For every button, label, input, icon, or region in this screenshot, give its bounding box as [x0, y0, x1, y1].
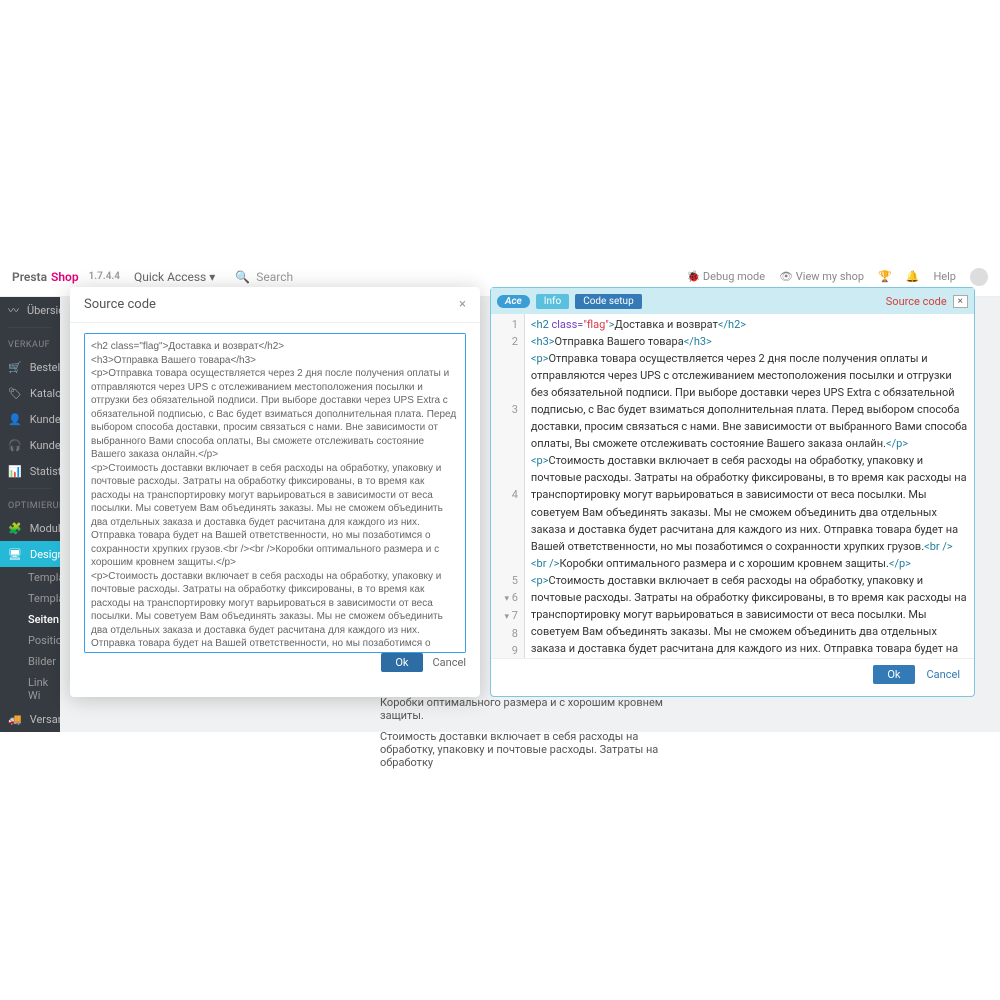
stats-icon: 📊 — [8, 464, 22, 478]
search-icon: 🔍 — [235, 270, 250, 284]
sidebar-sub-linkwidget[interactable]: Link Wi — [0, 672, 60, 706]
sidebar-sub-template[interactable]: Templat — [0, 567, 60, 588]
code-setup-button[interactable]: Code setup — [575, 294, 642, 309]
line-gutter: 12345▾ 6▾ 78910 — [491, 314, 525, 658]
info-button[interactable]: Info — [536, 294, 569, 309]
cancel-button[interactable]: Cancel — [433, 656, 466, 669]
bg-text-line: Коробки оптимального размера и с хорошим… — [60, 692, 1000, 726]
sidebar-section-improve: OPTIMIERUN — [0, 493, 60, 515]
sidebar-item-design[interactable]: 🖥Design — [0, 541, 60, 567]
code-editor[interactable]: 12345▾ 6▾ 78910 <h2 class="flag">Доставк… — [491, 314, 974, 658]
dashboard-icon: 〰 — [8, 303, 19, 317]
puzzle-icon: 🧩 — [8, 521, 22, 535]
bell-icon[interactable]: 🔔 — [906, 270, 920, 283]
sidebar-item-customers[interactable]: 👤Kunden — [0, 406, 60, 432]
sidebar-section-sell: VERKAUF — [0, 332, 60, 354]
sidebar-item-modules[interactable]: 🧩Module — [0, 515, 60, 541]
sidebar-sub-images[interactable]: Bilder — [0, 651, 60, 672]
truck-icon: 🚚 — [8, 712, 22, 726]
prestashop-logo: PrestaShop 1.7.4.4 — [12, 270, 120, 284]
user-icon: 👤 — [8, 412, 22, 426]
modal-title: Source code — [84, 297, 156, 312]
quick-access[interactable]: Quick Access ▾ — [134, 270, 215, 284]
desktop-icon: 🖥 — [8, 547, 22, 561]
search-input[interactable]: 🔍Search — [235, 270, 415, 284]
source-code-label: Source code — [886, 295, 947, 308]
headset-icon: 🎧 — [8, 438, 22, 452]
view-shop[interactable]: 👁 View my shop — [779, 270, 864, 283]
avatar[interactable] — [970, 268, 988, 286]
source-code-modal-left: Source code × Ok Cancel — [70, 287, 480, 697]
ok-button[interactable]: Ok — [873, 665, 914, 684]
sidebar-item-overview[interactable]: 〰Übersich — [0, 297, 60, 323]
close-icon[interactable]: × — [459, 297, 466, 312]
sidebar-sub-positions[interactable]: Positio — [0, 630, 60, 651]
sidebar-item-customers2[interactable]: 🎧Kunden — [0, 432, 60, 458]
cancel-button[interactable]: Cancel — [927, 668, 960, 681]
help-link[interactable]: Help — [933, 270, 956, 283]
chevron-down-icon: ▾ — [209, 270, 215, 284]
close-icon[interactable]: × — [953, 295, 968, 308]
sidebar-item-catalog[interactable]: 🏷Katalog — [0, 380, 60, 406]
debug-mode[interactable]: 🐞 Debug mode — [686, 270, 765, 283]
source-code-textarea[interactable] — [84, 333, 466, 653]
sidebar-item-stats[interactable]: 📊Statistik — [0, 458, 60, 484]
sidebar-item-orders[interactable]: 🛒Bestell — [0, 354, 60, 380]
ok-button[interactable]: Ok — [381, 653, 422, 672]
bg-text-line: Стоимость доставки включает в себя расхо… — [60, 726, 1000, 773]
ace-header: Ace Info Code setup Source code × — [491, 288, 974, 314]
version: 1.7.4.4 — [89, 271, 120, 282]
ace-editor-modal: Ace Info Code setup Source code × 12345▾… — [490, 287, 975, 697]
sidebar-item-shipping[interactable]: 🚚Versand — [0, 706, 60, 732]
ace-logo: Ace — [497, 295, 530, 308]
sidebar-sub-pages[interactable]: Seiten — [0, 609, 60, 630]
sidebar: 〰Übersich VERKAUF 🛒Bestell 🏷Katalog 👤Kun… — [0, 297, 60, 732]
trophy-icon[interactable]: 🏆 — [878, 270, 892, 283]
sidebar-sub-template2[interactable]: Templat — [0, 588, 60, 609]
tag-icon: 🏷 — [8, 386, 22, 400]
cart-icon: 🛒 — [8, 360, 22, 374]
